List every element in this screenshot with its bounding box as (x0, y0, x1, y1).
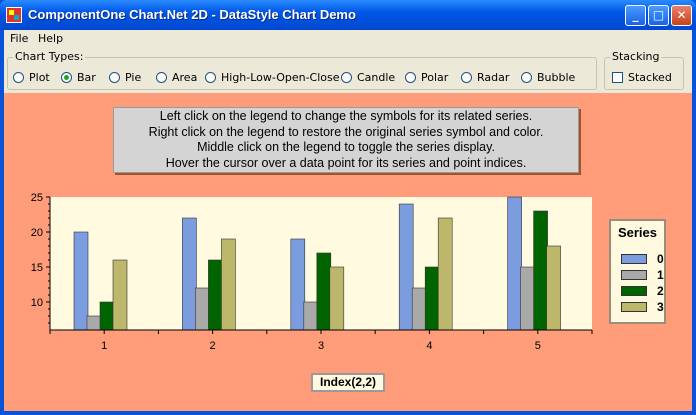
radio-hloc-label: High-Low-Open-Close (221, 71, 340, 84)
bar-series-3-point-4 (437, 217, 453, 331)
radio-polar[interactable]: Polar (405, 71, 448, 85)
legend-label-0: 0 (657, 252, 664, 266)
y-tick-label: 15 (31, 262, 43, 274)
instruction-line-1: Left click on the legend to change the s… (159, 109, 533, 123)
app-icon[interactable] (6, 7, 22, 23)
bar-series-1-point-5 (520, 266, 535, 331)
bar-series-1-point-4 (411, 287, 427, 331)
radio-candle-label: Candle (357, 71, 396, 84)
stacking-label: Stacking (610, 50, 662, 63)
minimize-button[interactable]: _ (625, 5, 646, 26)
x-tick-label: 4 (426, 340, 432, 352)
radio-plot[interactable]: Plot (13, 71, 50, 85)
menu-bar: File Help (4, 30, 692, 48)
bar-chart[interactable]: 10 15 20 25 1 2 3 4 5 (4, 188, 604, 358)
chart-area[interactable]: Left click on the legend to change the s… (4, 93, 692, 411)
radio-pie-button[interactable] (109, 72, 120, 83)
radio-candle[interactable]: Candle (341, 71, 395, 85)
legend-label-2: 2 (657, 284, 664, 298)
x-tick-label: 2 (210, 340, 216, 352)
radio-plot-button[interactable] (13, 72, 24, 83)
window-title: ComponentOne Chart.Net 2D - DataStyle Ch… (28, 7, 356, 22)
radio-high-low-open-close[interactable]: High-Low-Open-Close (205, 71, 340, 85)
chart-types-label: Chart Types: (13, 50, 86, 63)
radio-radar-label: Radar (477, 71, 510, 84)
radio-radar[interactable]: Radar (461, 71, 509, 85)
bar-series-3-point-3 (329, 266, 345, 331)
maximize-button[interactable]: □ (648, 5, 669, 26)
legend-swatch-1[interactable] (621, 270, 647, 280)
bar-series-2-point-5 (533, 210, 548, 331)
bar-series-0-point-3 (290, 238, 306, 331)
x-tick-label: 5 (535, 340, 541, 352)
menu-help[interactable]: Help (38, 32, 63, 45)
bar-series-3-point-1 (112, 259, 128, 331)
chart-types-group: Chart Types: Plot Bar Pie Area High-Low-… (7, 50, 597, 90)
radio-candle-button[interactable] (341, 72, 352, 83)
y-tick-label: 10 (31, 297, 43, 309)
stacking-group: Stacking Stacked (604, 50, 684, 90)
radio-radar-button[interactable] (461, 72, 472, 83)
bar-series-2-point-3 (316, 252, 332, 331)
series-legend[interactable]: Series 0 1 2 3 (609, 219, 666, 324)
bar-series-0-point-2 (182, 217, 197, 331)
bar-series-1-point-3 (303, 301, 319, 331)
bar-series-0-point-4 (398, 203, 414, 331)
instruction-line-2: Right click on the legend to restore the… (148, 124, 544, 139)
bar-series-0-point-5 (507, 196, 522, 331)
client-area: File Help Chart Types: Plot Bar Pie Area… (4, 30, 692, 411)
bar-series-2-point-4 (424, 266, 440, 331)
bar-series-3-point-2 (221, 238, 236, 331)
radio-pie[interactable]: Pie (109, 71, 141, 85)
bar-series-1-point-1 (86, 315, 102, 331)
radio-pie-label: Pie (125, 71, 142, 84)
bar-series-2-point-2 (208, 259, 223, 331)
x-tick-label: 3 (318, 340, 324, 352)
bar-series-0-point-1 (73, 231, 89, 331)
radio-bar[interactable]: Bar (61, 71, 96, 85)
radio-plot-label: Plot (29, 71, 50, 84)
radio-polar-button[interactable] (405, 72, 416, 83)
legend-label-3: 3 (657, 300, 664, 314)
bar-series-3-point-5 (546, 245, 561, 331)
radio-bar-button[interactable] (61, 72, 72, 83)
radio-area-label: Area (172, 71, 198, 84)
close-button[interactable]: ✕ (671, 5, 692, 26)
stacked-checkbox-label: Stacked (628, 71, 672, 84)
y-tick-label: 20 (31, 227, 43, 239)
bar-series-1-point-2 (195, 287, 210, 331)
stacked-checkbox[interactable]: Stacked (612, 71, 672, 85)
point-index-label: Index(2,2) (311, 373, 385, 392)
legend-title: Series (617, 225, 658, 240)
legend-swatch-3[interactable] (621, 302, 647, 312)
bar-series-2-point-1 (99, 301, 115, 331)
radio-bubble-button[interactable] (521, 72, 532, 83)
menu-file[interactable]: File (10, 32, 28, 45)
radio-bar-label: Bar (77, 71, 96, 84)
legend-label-1: 1 (657, 268, 664, 282)
instruction-line-3: Middle click on the legend to toggle the… (197, 140, 495, 154)
stacked-checkbox-box[interactable] (612, 72, 623, 83)
radio-bubble[interactable]: Bubble (521, 71, 575, 85)
radio-area[interactable]: Area (156, 71, 197, 85)
legend-swatch-0[interactable] (621, 254, 647, 264)
y-tick-label: 25 (31, 192, 43, 204)
instructions-panel: Left click on the legend to change the s… (113, 107, 579, 173)
x-tick-label: 1 (101, 340, 107, 352)
legend-swatch-2[interactable] (621, 286, 647, 296)
instruction-line-4: Hover the cursor over a data point for i… (165, 155, 527, 170)
radio-hloc-button[interactable] (205, 72, 216, 83)
radio-polar-label: Polar (421, 71, 449, 84)
application-window: ComponentOne Chart.Net 2D - DataStyle Ch… (0, 0, 696, 415)
radio-area-button[interactable] (156, 72, 167, 83)
radio-bubble-label: Bubble (537, 71, 576, 84)
title-bar[interactable]: ComponentOne Chart.Net 2D - DataStyle Ch… (0, 0, 696, 30)
